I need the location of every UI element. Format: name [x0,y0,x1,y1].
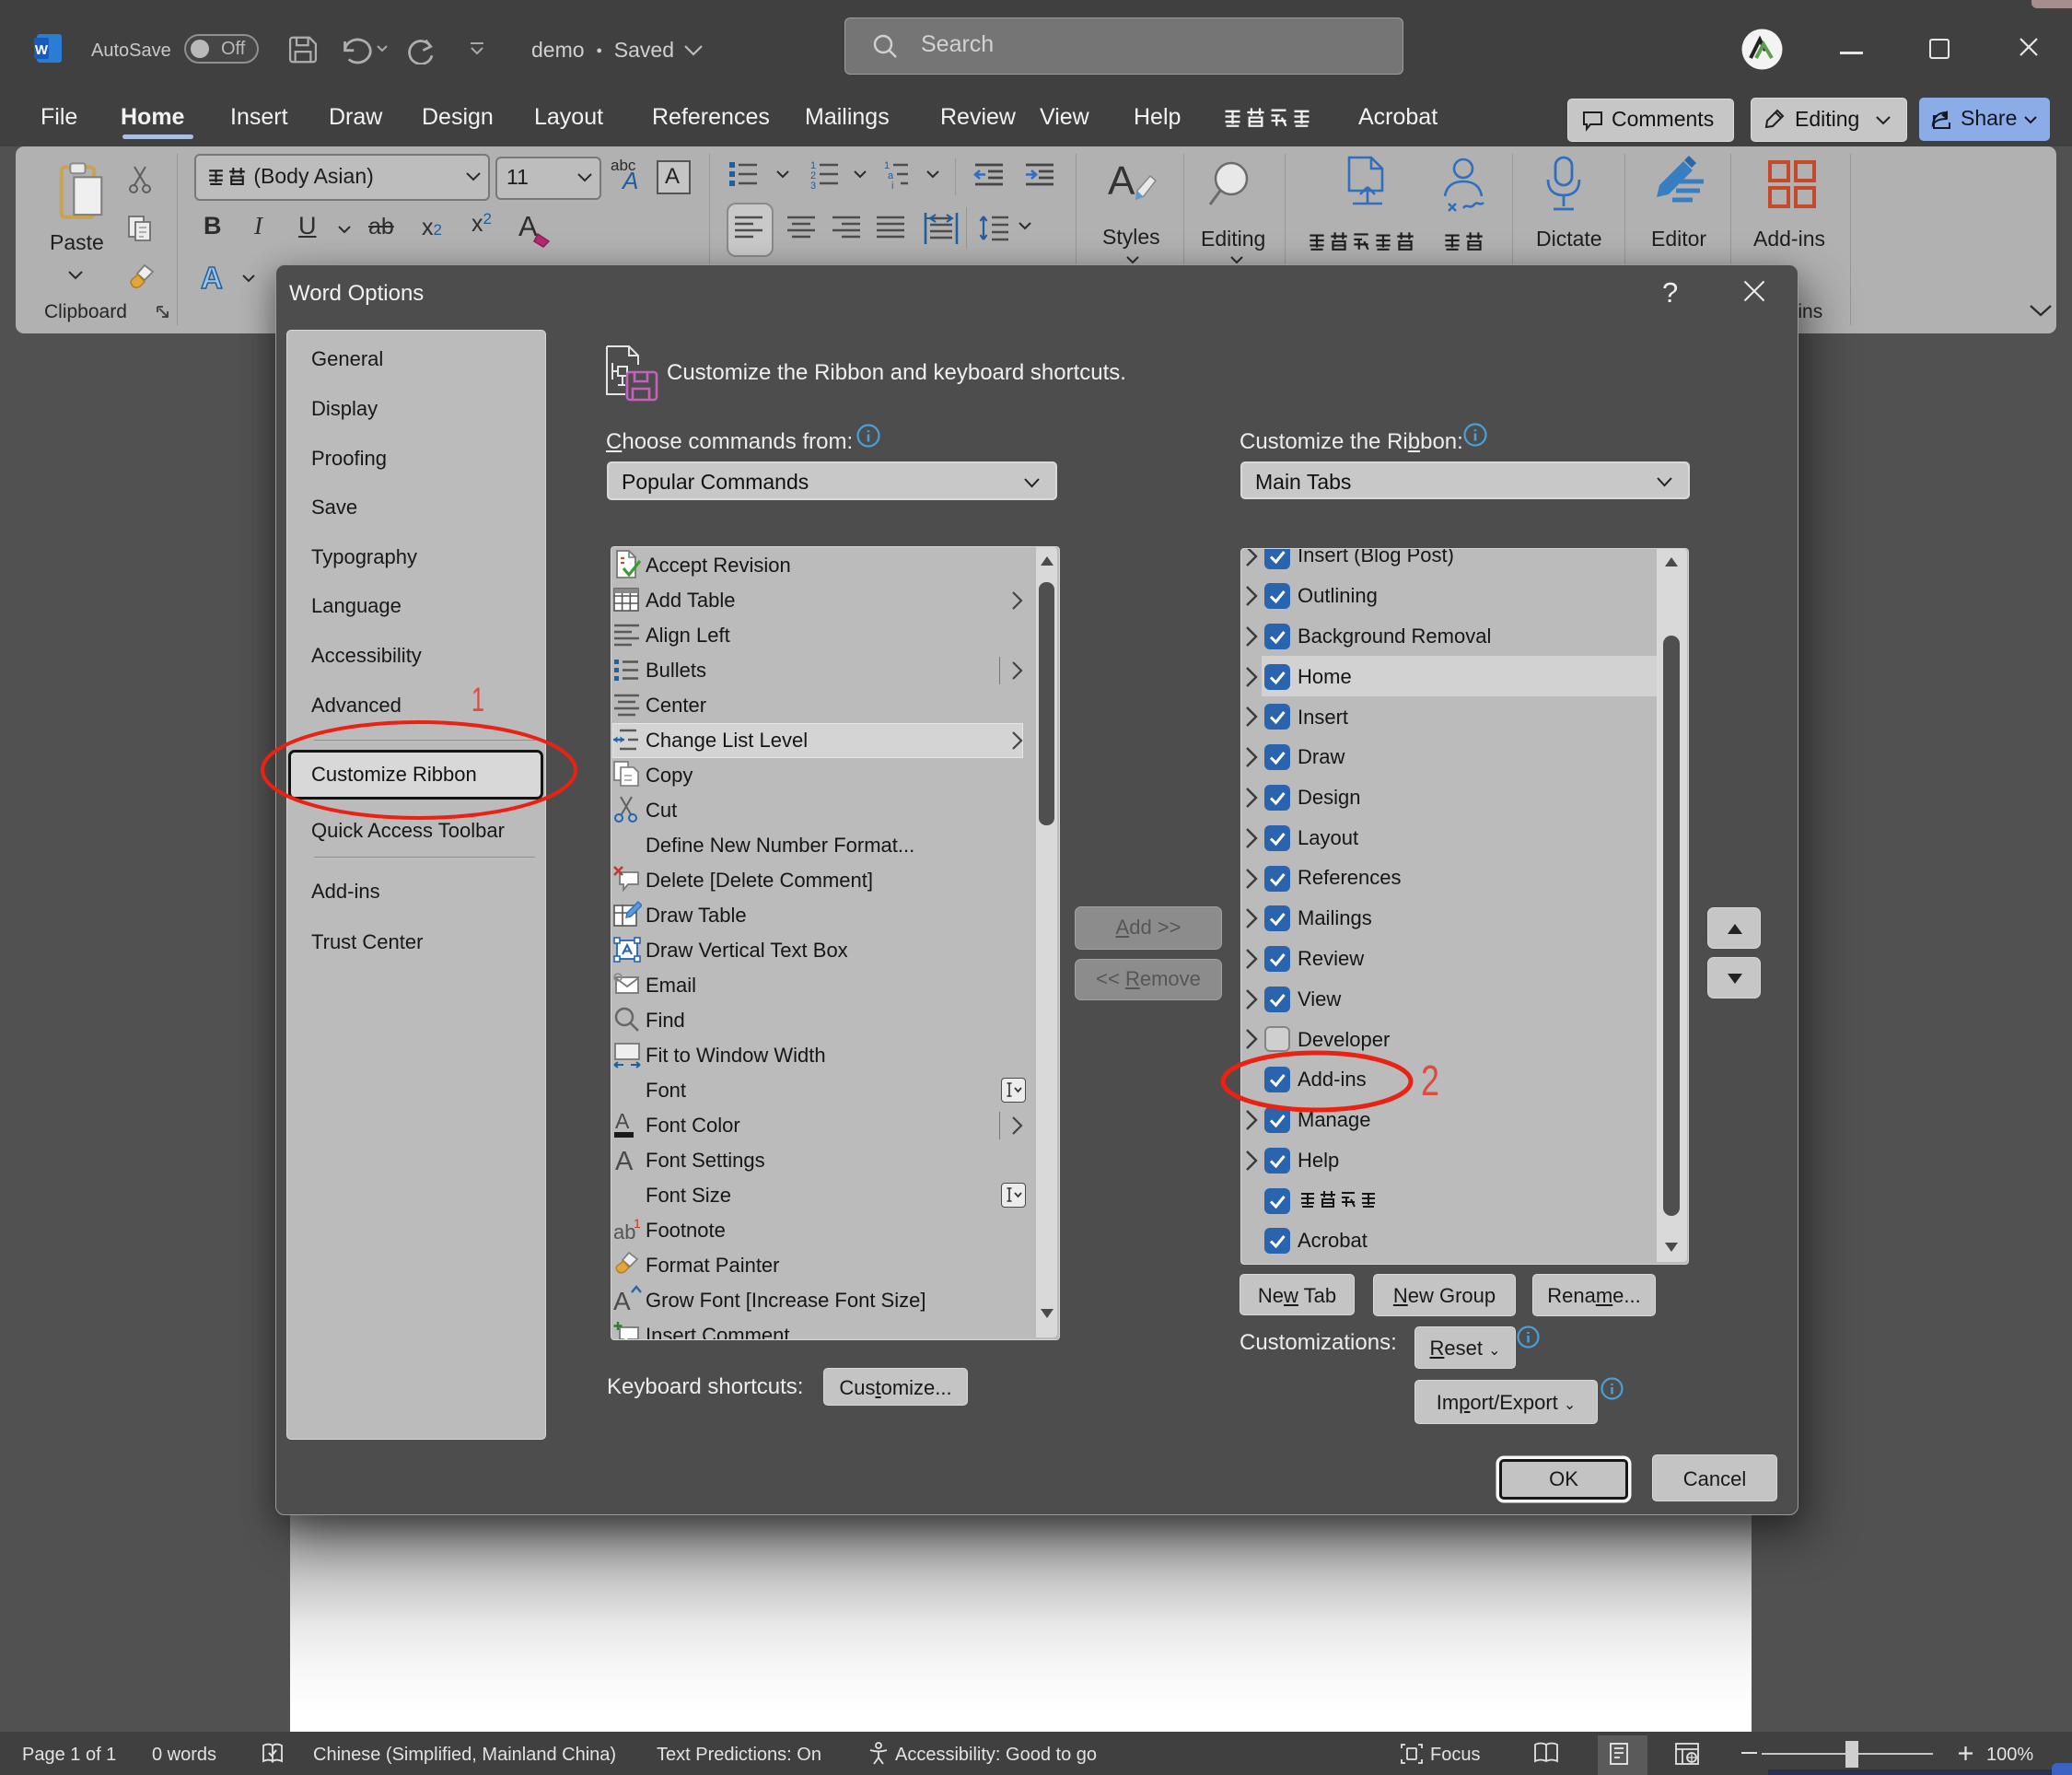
svg-text:1: 1 [471,681,484,718]
svg-text:2: 2 [1421,1057,1439,1104]
